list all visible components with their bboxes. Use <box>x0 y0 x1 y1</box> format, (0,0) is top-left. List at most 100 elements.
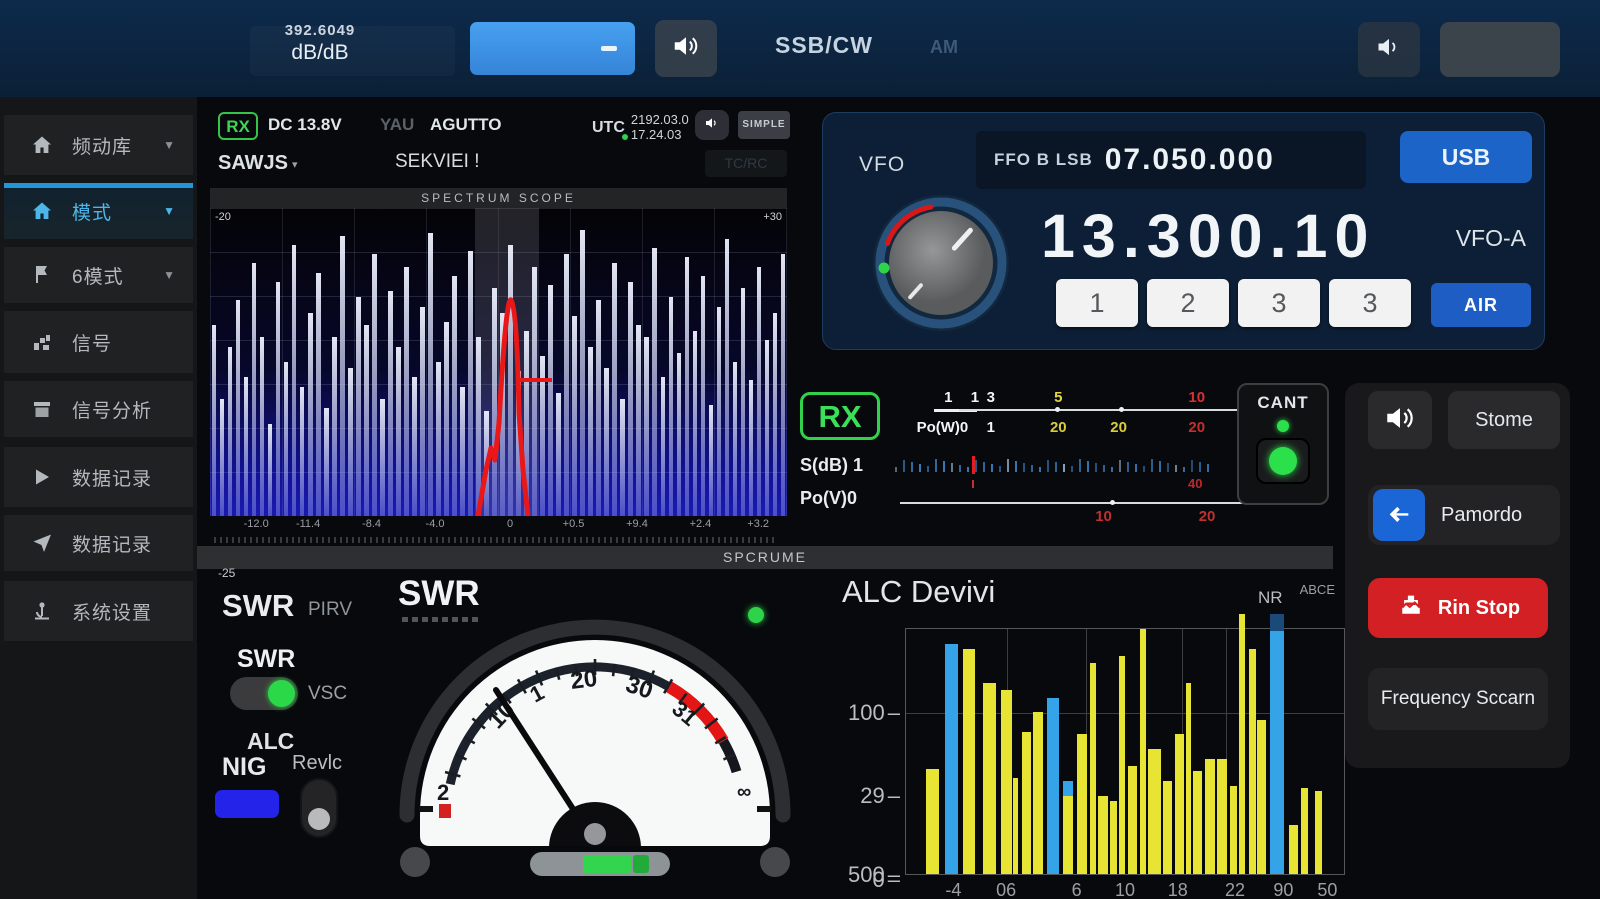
meter-tick <box>943 461 945 472</box>
record-button[interactable]: Pamordo <box>1368 485 1560 545</box>
po-scale-number: 10 <box>1095 508 1112 525</box>
alc-bar <box>1148 749 1161 874</box>
sidebar-item-4[interactable]: 信号 <box>4 311 193 373</box>
alc-chart-panel: ALC Devivi ABCE NR 500100290-40661018229… <box>830 560 1345 899</box>
cant-control: CANT <box>1237 383 1329 505</box>
swr-section-label: SWR <box>222 588 294 624</box>
sidebar-item-1[interactable]: 频动库▼ <box>4 115 193 175</box>
alc-bar <box>1186 683 1191 874</box>
scope-secondary-label: SEKVIEI ! <box>395 151 479 173</box>
speaker-icon <box>1383 401 1417 440</box>
memory-button-2[interactable]: 2 <box>1147 279 1229 327</box>
speaker-icon <box>671 31 701 66</box>
spectrum-axis-label: -11.4 <box>296 518 320 530</box>
mode-label[interactable]: SSB/CW <box>775 32 873 59</box>
rx-meter-badge: RX <box>800 392 880 440</box>
utc-time: 17.24.03 <box>631 127 682 142</box>
agc-dim-label: YAU <box>380 115 414 135</box>
power-scale-number: 1 <box>944 389 952 406</box>
swr-toggle[interactable] <box>230 677 298 710</box>
meter-tick <box>1207 464 1209 472</box>
run-stop-button[interactable]: Rin Stop <box>1368 578 1548 638</box>
meter-tick <box>1055 462 1057 472</box>
alc-bar <box>963 649 975 874</box>
memory-button-4[interactable]: 3 <box>1329 279 1411 327</box>
alc-x-label: 90 <box>1273 880 1293 899</box>
meter-tick <box>1095 463 1097 472</box>
signal-trace <box>210 208 787 516</box>
sidebar-item-2[interactable]: 模式▼ <box>4 183 193 239</box>
spectrum-axis-label: -4.0 <box>426 518 445 530</box>
alc-x-label: 06 <box>996 880 1016 899</box>
alc-y-label: 0 <box>873 867 901 893</box>
sidebar-item-label: 数据记录 <box>72 530 152 557</box>
alc-bar <box>1119 656 1125 874</box>
chevron-down-icon: ▼ <box>163 268 175 282</box>
sidebar-item-6[interactable]: 数据记录 <box>4 447 193 507</box>
power-scale-number: 20 <box>1110 419 1127 436</box>
right-button-panel: Stome Pamordo Rin Stop Frequency Sccarn <box>1345 383 1570 768</box>
power-scale-number: 5 <box>1054 389 1062 406</box>
mini-toggle-switch[interactable] <box>300 778 338 838</box>
s-meter-label: S(dB) 1 <box>800 455 863 476</box>
alc-bar <box>1022 732 1031 874</box>
alc-chart-title: ALC Devivi <box>842 574 995 610</box>
blue-indicator-button[interactable] <box>215 790 279 818</box>
s-meter-forty-label: 40 <box>1188 476 1202 491</box>
meter-tick <box>1079 459 1081 472</box>
alc-x-label: 50 <box>1317 880 1337 899</box>
meter-tick <box>1111 467 1113 472</box>
alc-bar <box>983 683 996 874</box>
spectrum-scope-plot[interactable]: -20 +30 <box>210 208 787 516</box>
sidebar-item-8[interactable]: 系统设置 <box>4 581 193 641</box>
audio-button[interactable] <box>1368 391 1432 449</box>
record-button-label: Pamordo <box>1441 504 1522 527</box>
cant-button[interactable] <box>1256 438 1310 484</box>
gauge-screw-right <box>760 847 790 877</box>
vfo-panel: VFO FFO B LSB 07.050.000 USB 13.300.10 V… <box>822 112 1545 350</box>
sidebar-item-7[interactable]: 数据记录 <box>4 515 193 571</box>
alc-bar <box>1270 631 1284 874</box>
home-icon <box>30 199 54 223</box>
agc-label[interactable]: AGUTTO <box>430 115 501 135</box>
meter-tick <box>959 465 961 472</box>
primary-blue-button[interactable] <box>470 22 635 75</box>
tc-rc-dim-button[interactable]: TC/RC <box>705 150 787 177</box>
power-scale-number: 3 <box>987 389 995 406</box>
main-frequency-display: 13.300.10 <box>1041 201 1375 271</box>
sidebar-item-3[interactable]: 6模式▼ <box>4 247 193 303</box>
mode-label-secondary[interactable]: AM <box>930 37 958 58</box>
sidebar-item-label: 系统设置 <box>72 598 152 625</box>
power-scale-number: 1 <box>987 419 995 436</box>
frequency-scan-button[interactable]: Frequency Sccarn <box>1368 668 1548 730</box>
meter-tick <box>1127 462 1129 472</box>
meter-tick <box>903 460 905 472</box>
topbar-gray-button[interactable] <box>1440 22 1560 77</box>
scope-speaker-button[interactable] <box>695 110 729 140</box>
meter-tick <box>999 466 1001 472</box>
tuning-knob[interactable] <box>871 193 1011 333</box>
spectrum-axis-label: +9.4 <box>626 518 648 530</box>
alc-bar <box>1001 690 1012 874</box>
simple-mode-button[interactable]: SIMPLE <box>738 111 790 139</box>
alc-corner-label: ABCE <box>1300 582 1335 597</box>
speaker-button-right[interactable] <box>1358 22 1420 77</box>
sidebar-item-5[interactable]: 信号分析 <box>4 381 193 437</box>
po-meter-label: Po(V)0 <box>800 488 857 509</box>
usb-mode-button[interactable]: USB <box>1400 131 1532 183</box>
memory-button-1[interactable]: 1 <box>1056 279 1138 327</box>
meter-tick <box>967 467 969 472</box>
meter-tick <box>1071 466 1073 472</box>
air-button[interactable]: AIR <box>1431 283 1531 327</box>
meter-tick <box>1119 460 1121 472</box>
meter-tick <box>919 464 921 472</box>
speaker-button[interactable] <box>655 20 717 77</box>
scale-dot <box>1055 407 1060 412</box>
scope-dropdown-label[interactable]: SAWJS <box>218 152 288 175</box>
fineprint-strip <box>214 537 774 543</box>
memory-button-3[interactable]: 3 <box>1238 279 1320 327</box>
store-button[interactable]: Stome <box>1448 391 1560 449</box>
meter-tick <box>1103 465 1105 472</box>
top-toolbar: 392.6049 dB/dB SSB/CW AM <box>0 0 1600 97</box>
rx-status-badge: RX <box>218 112 258 140</box>
